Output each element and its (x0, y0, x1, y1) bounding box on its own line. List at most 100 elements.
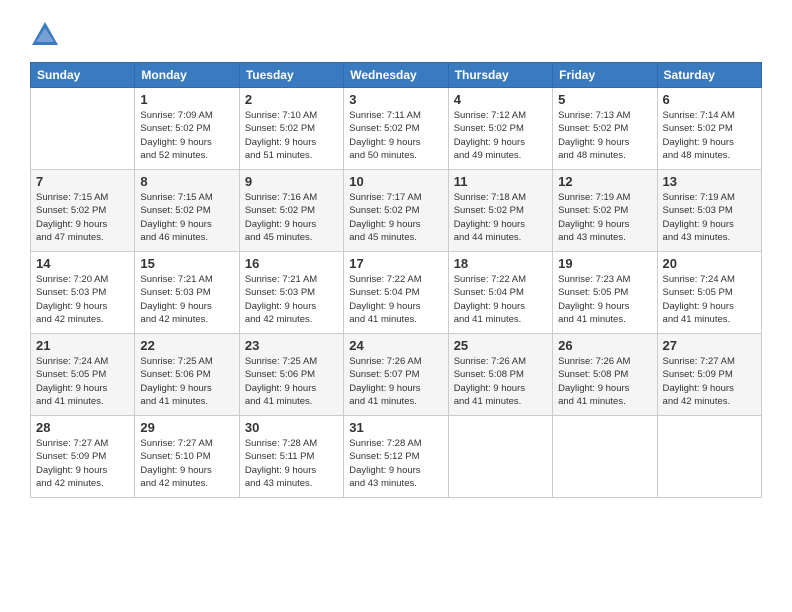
day-info: Sunrise: 7:22 AMSunset: 5:04 PMDaylight:… (349, 273, 442, 326)
header (30, 20, 762, 50)
calendar-cell: 21 Sunrise: 7:24 AMSunset: 5:05 PMDayligh… (31, 334, 135, 416)
day-number: 19 (558, 256, 651, 271)
page: SundayMondayTuesdayWednesdayThursdayFrid… (0, 0, 792, 612)
calendar-cell: 7 Sunrise: 7:15 AMSunset: 5:02 PMDaylight… (31, 170, 135, 252)
day-number: 7 (36, 174, 129, 189)
day-info: Sunrise: 7:27 AMSunset: 5:09 PMDaylight:… (663, 355, 756, 408)
day-number: 8 (140, 174, 233, 189)
calendar-cell: 22Sunrise: 7:25 AMSunset: 5:06 PMDayligh… (135, 334, 239, 416)
day-number: 11 (454, 174, 547, 189)
calendar-cell: 12Sunrise: 7:19 AMSunset: 5:02 PMDayligh… (553, 170, 657, 252)
day-number: 31 (349, 420, 442, 435)
calendar-cell (553, 416, 657, 498)
calendar-cell: 29 Sunrise: 7:27 AMSunset: 5:10 PMDayligh… (135, 416, 239, 498)
weekday-header-friday: Friday (553, 63, 657, 88)
weekday-header-monday: Monday (135, 63, 239, 88)
day-info: Sunrise: 7:12 AMSunset: 5:02 PMDaylight:… (454, 109, 547, 162)
day-info: Sunrise: 7:10 AMSunset: 5:02 PMDaylight:… (245, 109, 338, 162)
day-number: 25 (454, 338, 547, 353)
calendar-cell: 9 Sunrise: 7:16 AMSunset: 5:02 PMDaylight… (239, 170, 343, 252)
day-info: Sunrise: 7:16 AMSunset: 5:02 PMDaylight:… (245, 191, 338, 244)
day-info: Sunrise: 7:21 AMSunset: 5:03 PMDaylight:… (140, 273, 233, 326)
day-info: Sunrise: 7:24 AMSunset: 5:05 PMDaylight:… (36, 355, 129, 408)
day-number: 17 (349, 256, 442, 271)
calendar-cell: 11 Sunrise: 7:18 AMSunset: 5:02 PMDayligh… (448, 170, 552, 252)
calendar-cell: 19 Sunrise: 7:23 AMSunset: 5:05 PMDayligh… (553, 252, 657, 334)
day-number: 16 (245, 256, 338, 271)
day-info: Sunrise: 7:20 AMSunset: 5:03 PMDaylight:… (36, 273, 129, 326)
weekday-header-thursday: Thursday (448, 63, 552, 88)
calendar-body: 1 Sunrise: 7:09 AMSunset: 5:02 PMDaylight… (31, 88, 762, 498)
day-number: 28 (36, 420, 129, 435)
day-info: Sunrise: 7:22 AMSunset: 5:04 PMDaylight:… (454, 273, 547, 326)
day-number: 1 (140, 92, 233, 107)
calendar-cell: 30 Sunrise: 7:28 AMSunset: 5:11 PMDayligh… (239, 416, 343, 498)
calendar-cell: 13 Sunrise: 7:19 AMSunset: 5:03 PMDayligh… (657, 170, 761, 252)
day-number: 15 (140, 256, 233, 271)
day-number: 3 (349, 92, 442, 107)
calendar-cell: 14 Sunrise: 7:20 AMSunset: 5:03 PMDayligh… (31, 252, 135, 334)
day-number: 14 (36, 256, 129, 271)
day-number: 21 (36, 338, 129, 353)
calendar-cell: 31Sunrise: 7:28 AMSunset: 5:12 PMDayligh… (344, 416, 448, 498)
calendar-cell: 26Sunrise: 7:26 AMSunset: 5:08 PMDayligh… (553, 334, 657, 416)
weekday-header-saturday: Saturday (657, 63, 761, 88)
day-number: 2 (245, 92, 338, 107)
day-number: 13 (663, 174, 756, 189)
day-number: 27 (663, 338, 756, 353)
calendar-table: SundayMondayTuesdayWednesdayThursdayFrid… (30, 62, 762, 498)
day-info: Sunrise: 7:19 AMSunset: 5:03 PMDaylight:… (663, 191, 756, 244)
day-info: Sunrise: 7:17 AMSunset: 5:02 PMDaylight:… (349, 191, 442, 244)
day-number: 29 (140, 420, 233, 435)
day-number: 12 (558, 174, 651, 189)
calendar-cell: 18 Sunrise: 7:22 AMSunset: 5:04 PMDayligh… (448, 252, 552, 334)
day-info: Sunrise: 7:28 AMSunset: 5:11 PMDaylight:… (245, 437, 338, 490)
day-number: 6 (663, 92, 756, 107)
calendar-week-2: 7 Sunrise: 7:15 AMSunset: 5:02 PMDaylight… (31, 170, 762, 252)
day-number: 18 (454, 256, 547, 271)
day-info: Sunrise: 7:21 AMSunset: 5:03 PMDaylight:… (245, 273, 338, 326)
calendar-cell (657, 416, 761, 498)
day-number: 4 (454, 92, 547, 107)
day-number: 23 (245, 338, 338, 353)
day-info: Sunrise: 7:14 AMSunset: 5:02 PMDaylight:… (663, 109, 756, 162)
day-number: 26 (558, 338, 651, 353)
calendar-week-3: 14 Sunrise: 7:20 AMSunset: 5:03 PMDayligh… (31, 252, 762, 334)
day-info: Sunrise: 7:11 AMSunset: 5:02 PMDaylight:… (349, 109, 442, 162)
calendar-week-1: 1 Sunrise: 7:09 AMSunset: 5:02 PMDaylight… (31, 88, 762, 170)
calendar-week-4: 21 Sunrise: 7:24 AMSunset: 5:05 PMDayligh… (31, 334, 762, 416)
day-number: 24 (349, 338, 442, 353)
day-number: 5 (558, 92, 651, 107)
day-info: Sunrise: 7:24 AMSunset: 5:05 PMDaylight:… (663, 273, 756, 326)
calendar-cell: 4 Sunrise: 7:12 AMSunset: 5:02 PMDaylight… (448, 88, 552, 170)
day-number: 22 (140, 338, 233, 353)
calendar-cell (448, 416, 552, 498)
calendar-cell: 17 Sunrise: 7:22 AMSunset: 5:04 PMDayligh… (344, 252, 448, 334)
calendar-cell: 27 Sunrise: 7:27 AMSunset: 5:09 PMDayligh… (657, 334, 761, 416)
calendar-cell: 10 Sunrise: 7:17 AMSunset: 5:02 PMDayligh… (344, 170, 448, 252)
calendar-header-row: SundayMondayTuesdayWednesdayThursdayFrid… (31, 63, 762, 88)
day-info: Sunrise: 7:18 AMSunset: 5:02 PMDaylight:… (454, 191, 547, 244)
day-info: Sunrise: 7:27 AMSunset: 5:10 PMDaylight:… (140, 437, 233, 490)
calendar-cell: 2 Sunrise: 7:10 AMSunset: 5:02 PMDaylight… (239, 88, 343, 170)
calendar-cell: 5Sunrise: 7:13 AMSunset: 5:02 PMDaylight… (553, 88, 657, 170)
day-number: 10 (349, 174, 442, 189)
calendar-cell: 25Sunrise: 7:26 AMSunset: 5:08 PMDayligh… (448, 334, 552, 416)
weekday-header-wednesday: Wednesday (344, 63, 448, 88)
calendar-cell: 8 Sunrise: 7:15 AMSunset: 5:02 PMDaylight… (135, 170, 239, 252)
day-info: Sunrise: 7:26 AMSunset: 5:07 PMDaylight:… (349, 355, 442, 408)
day-info: Sunrise: 7:25 AMSunset: 5:06 PMDaylight:… (245, 355, 338, 408)
day-info: Sunrise: 7:23 AMSunset: 5:05 PMDaylight:… (558, 273, 651, 326)
day-info: Sunrise: 7:09 AMSunset: 5:02 PMDaylight:… (140, 109, 233, 162)
calendar-cell (31, 88, 135, 170)
day-number: 20 (663, 256, 756, 271)
weekday-header-sunday: Sunday (31, 63, 135, 88)
logo-icon (30, 20, 60, 50)
logo (30, 20, 64, 50)
day-info: Sunrise: 7:27 AMSunset: 5:09 PMDaylight:… (36, 437, 129, 490)
day-info: Sunrise: 7:15 AMSunset: 5:02 PMDaylight:… (36, 191, 129, 244)
day-info: Sunrise: 7:15 AMSunset: 5:02 PMDaylight:… (140, 191, 233, 244)
day-number: 9 (245, 174, 338, 189)
day-number: 30 (245, 420, 338, 435)
calendar-cell: 1 Sunrise: 7:09 AMSunset: 5:02 PMDaylight… (135, 88, 239, 170)
